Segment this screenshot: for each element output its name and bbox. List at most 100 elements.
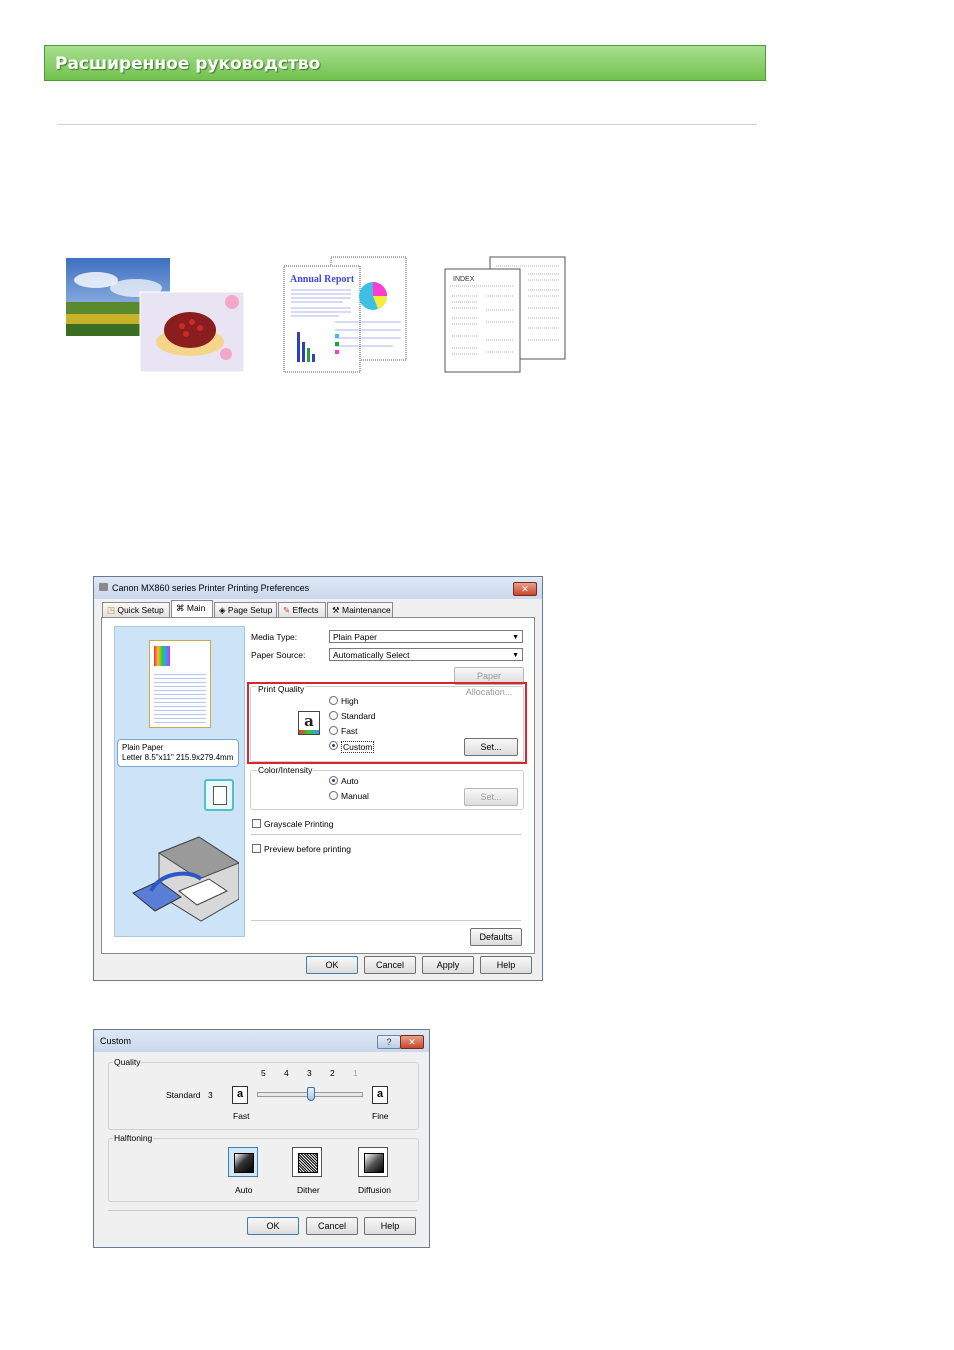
scale-number: 5 xyxy=(261,1068,266,1078)
index-illustration: INDEX xyxy=(444,256,568,374)
paper-size-info: Letter 8.5"x11" 215.9x279.4mm xyxy=(122,753,234,762)
grayscale-checkbox[interactable] xyxy=(252,819,261,828)
current-quality-label: Standard xyxy=(166,1090,201,1100)
custom-cancel-button[interactable]: Cancel xyxy=(306,1217,358,1235)
help-button[interactable]: Help xyxy=(480,956,532,974)
quality-slider[interactable] xyxy=(257,1086,363,1106)
separator xyxy=(251,920,521,921)
color-manual-label: Manual xyxy=(341,791,369,801)
maintenance-icon: ⚒ xyxy=(332,605,340,615)
defaults-button[interactable]: Defaults xyxy=(470,928,522,946)
section-header: Расширенное руководство xyxy=(44,45,766,81)
tab-effects[interactable]: ✎ Effects xyxy=(278,602,326,617)
index-title: INDEX xyxy=(453,276,475,283)
separator xyxy=(108,1210,417,1211)
fast-quality-icon: a xyxy=(232,1086,248,1104)
main-tab-icon: ⌘ xyxy=(176,603,185,613)
dialog-title: Custom xyxy=(100,1036,132,1046)
close-button[interactable]: ✕ xyxy=(400,1035,424,1049)
scale-number: 4 xyxy=(284,1068,289,1078)
printer-illustration xyxy=(129,833,241,925)
paper-info-box: Plain Paper Letter 8.5"x11" 215.9x279.4m… xyxy=(117,739,239,767)
dialog-title: Canon MX860 series Printer Printing Pref… xyxy=(112,583,310,593)
tab-maintenance[interactable]: ⚒ Maintenance xyxy=(327,602,393,617)
color-auto-label: Auto xyxy=(341,776,359,786)
diffusion-halftone-label: Diffusion xyxy=(358,1185,391,1195)
dither-halftone-icon[interactable] xyxy=(292,1147,322,1177)
paper-type-info: Plain Paper xyxy=(122,743,164,752)
paper-source-label: Paper Source: xyxy=(251,650,306,660)
page-setup-icon: ◈ xyxy=(219,605,226,615)
custom-help-button[interactable]: Help xyxy=(364,1217,416,1235)
chevron-down-icon: ▼ xyxy=(512,652,519,659)
divider xyxy=(57,124,757,125)
tab-label: Main xyxy=(186,603,206,613)
preview-label: Preview before printing xyxy=(264,844,351,854)
quality-standard-radio[interactable] xyxy=(329,711,338,720)
chevron-down-icon: ▼ xyxy=(512,634,519,641)
quality-icon: a xyxy=(298,711,320,735)
photo-illustration xyxy=(66,258,245,373)
page-preview xyxy=(149,640,211,728)
print-quality-label: Print Quality xyxy=(257,684,306,694)
color-bar-image xyxy=(154,646,170,666)
preview-checkbox[interactable] xyxy=(252,844,261,853)
grayscale-label: Grayscale Printing xyxy=(264,819,334,829)
tab-quick-setup[interactable]: ◳ Quick Setup xyxy=(102,602,170,617)
tab-label: Quick Setup xyxy=(117,605,164,615)
tab-label: Page Setup xyxy=(227,605,273,615)
quality-label: Quality xyxy=(113,1057,142,1067)
auto-halftone-label: Auto xyxy=(235,1185,253,1195)
cancel-button[interactable]: Cancel xyxy=(364,956,416,974)
report-illustration: Annual Report xyxy=(283,256,409,374)
tab-panel: Plain Paper Letter 8.5"x11" 215.9x279.4m… xyxy=(101,617,535,954)
effects-icon: ✎ xyxy=(283,605,291,615)
tab-page-setup[interactable]: ◈ Page Setup xyxy=(214,602,277,617)
media-type-select[interactable]: Plain Paper ▼ xyxy=(329,630,523,643)
report-title: Annual Report xyxy=(290,274,355,285)
printing-preferences-dialog: Canon MX860 series Printer Printing Pref… xyxy=(93,576,543,981)
color-intensity-label: Color/Intensity xyxy=(257,765,314,775)
fast-label: Fast xyxy=(233,1111,250,1121)
preview-pane: Plain Paper Letter 8.5"x11" 215.9x279.4m… xyxy=(114,626,245,937)
quality-custom-label: Custom xyxy=(341,741,375,753)
apply-button[interactable]: Apply xyxy=(422,956,474,974)
current-quality-value: 3 xyxy=(208,1090,213,1100)
tab-label: Effects xyxy=(292,605,319,615)
fine-label: Fine xyxy=(372,1111,389,1121)
diffusion-halftone-icon[interactable] xyxy=(358,1147,388,1177)
separator xyxy=(251,834,521,835)
close-button[interactable]: ✕ xyxy=(513,582,537,596)
scale-number: 2 xyxy=(330,1068,335,1078)
tab-label: Maintenance xyxy=(342,605,391,615)
header-title: Расширенное руководство xyxy=(55,54,321,74)
quality-standard-label: Standard xyxy=(341,711,376,721)
custom-dialog: Custom ? ✕ Quality 5 4 3 2 1 Standard 3 … xyxy=(93,1029,430,1248)
slider-thumb[interactable] xyxy=(307,1087,315,1101)
quality-set-button[interactable]: Set... xyxy=(464,738,518,756)
media-type-label: Media Type: xyxy=(251,632,298,642)
paper-source-value: Automatically Select xyxy=(333,650,410,660)
quick-setup-icon: ◳ xyxy=(107,605,116,615)
quality-high-label: High xyxy=(341,696,359,706)
quality-fast-radio[interactable] xyxy=(329,726,338,735)
media-type-value: Plain Paper xyxy=(333,632,377,642)
auto-halftone-icon[interactable] xyxy=(228,1147,258,1177)
color-manual-radio[interactable] xyxy=(329,791,338,800)
color-set-button[interactable]: Set... xyxy=(464,788,518,806)
color-auto-radio[interactable] xyxy=(329,776,338,785)
ok-button[interactable]: OK xyxy=(306,956,358,974)
dialog-titlebar: Custom ? ✕ xyxy=(94,1030,429,1052)
orientation-icon xyxy=(204,779,234,811)
tab-main[interactable]: ⌘ Main xyxy=(171,600,213,617)
quality-high-radio[interactable] xyxy=(329,696,338,705)
custom-ok-button[interactable]: OK xyxy=(247,1217,299,1235)
paper-source-select[interactable]: Automatically Select ▼ xyxy=(329,648,523,661)
quality-custom-radio[interactable] xyxy=(329,741,338,750)
scale-number: 3 xyxy=(307,1068,312,1078)
help-title-button[interactable]: ? xyxy=(377,1035,401,1049)
printer-icon xyxy=(99,583,108,591)
text-lines xyxy=(154,671,206,723)
halftoning-label: Halftoning xyxy=(113,1133,154,1143)
quality-fast-label: Fast xyxy=(341,726,358,736)
